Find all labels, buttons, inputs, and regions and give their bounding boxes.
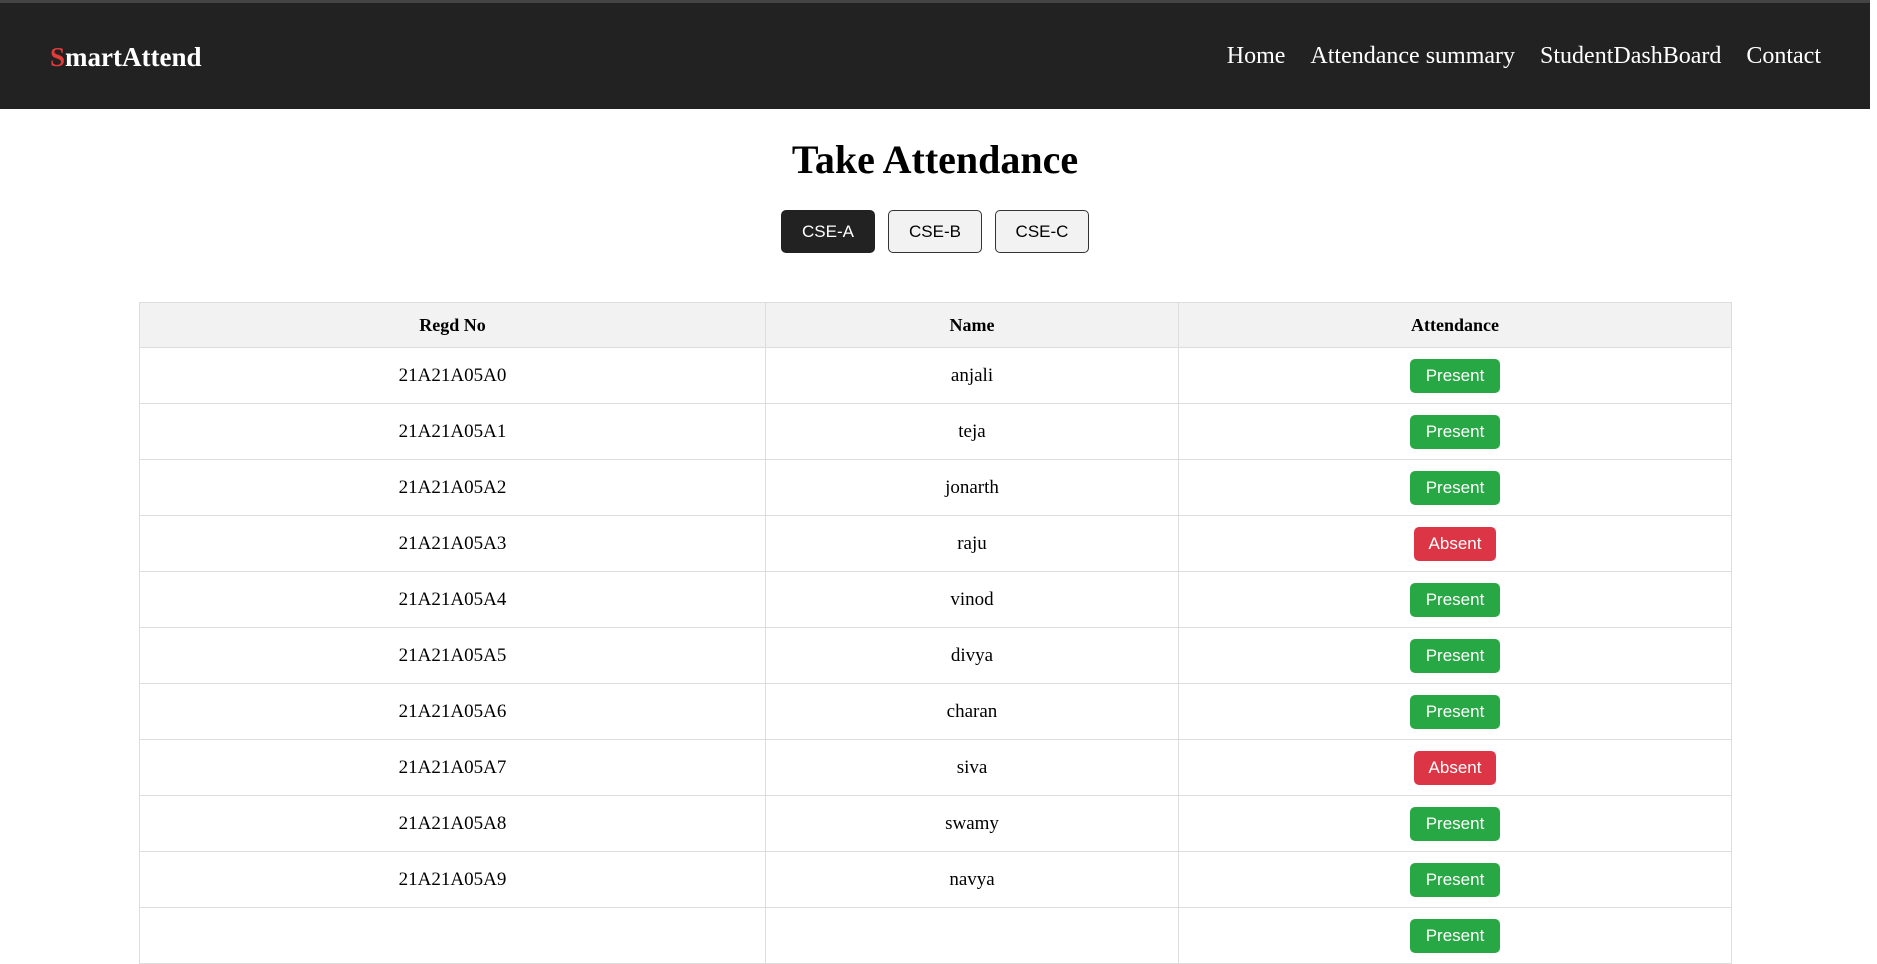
present-button[interactable]: Present [1409, 638, 1501, 673]
cell-regd-no: 21A21A05A2 [139, 459, 766, 516]
present-button[interactable]: Present [1409, 582, 1501, 617]
nav-link-contact[interactable]: Contact [1746, 43, 1821, 70]
cell-attendance: Absent [1178, 515, 1732, 572]
cell-regd-no: 21A21A05A9 [139, 851, 766, 908]
cell-regd-no: 21A21A05A3 [139, 515, 766, 572]
cell-regd-no: 21A21A05A8 [139, 795, 766, 852]
cell-regd-no: 21A21A05A1 [139, 403, 766, 460]
cell-regd-no: 21A21A05A5 [139, 627, 766, 684]
cell-regd-no: 21A21A05A0 [139, 347, 766, 404]
table-row: 21A21A05A6 charan Present [139, 683, 1732, 740]
cell-name: teja [765, 403, 1179, 460]
brand-initial: S [50, 42, 66, 72]
attendance-table-body: 21A21A05A0 anjali Present 21A21A05A1 teja Pre… [139, 347, 1732, 964]
table-header-row: Regd No Name Attendance [139, 302, 1732, 348]
section-tabs: CSE-A CSE-B CSE-C [0, 210, 1870, 253]
attendance-table-container: Regd No Name Attendance 21A21A05A0 anjali… [139, 302, 1732, 964]
cell-attendance: Absent [1178, 739, 1732, 796]
cell-name: anjali [765, 347, 1179, 404]
nav-link-student-dashboard[interactable]: StudentDashBoard [1540, 43, 1721, 70]
table-row: 21A21A05A7 siva Absent [139, 739, 1732, 796]
header-name: Name [765, 302, 1179, 348]
cell-attendance: Present [1178, 347, 1732, 404]
table-row: Present [139, 907, 1732, 964]
header-regd-no: Regd No [139, 302, 766, 348]
table-row: 21A21A05A2 jonarth Present [139, 459, 1732, 516]
table-row: 21A21A05A1 teja Present [139, 403, 1732, 460]
section-button-cse-c[interactable]: CSE-C [995, 210, 1089, 253]
table-row: 21A21A05A8 swamy Present [139, 795, 1732, 852]
cell-attendance: Present [1178, 571, 1732, 628]
table-row: 21A21A05A5 divya Present [139, 627, 1732, 684]
cell-attendance: Present [1178, 627, 1732, 684]
nav-links: Home Attendance summary StudentDashBoard… [1202, 43, 1821, 70]
absent-button[interactable]: Absent [1413, 526, 1497, 561]
cell-attendance: Present [1178, 907, 1732, 964]
cell-name: swamy [765, 795, 1179, 852]
cell-regd-no: 21A21A05A7 [139, 739, 766, 796]
cell-attendance: Present [1178, 683, 1732, 740]
nav-link-attendance-summary[interactable]: Attendance summary [1310, 43, 1515, 70]
absent-button[interactable]: Absent [1413, 750, 1497, 785]
cell-name: navya [765, 851, 1179, 908]
cell-attendance: Present [1178, 795, 1732, 852]
table-row: 21A21A05A4 vinod Present [139, 571, 1732, 628]
cell-regd-no: 21A21A05A6 [139, 683, 766, 740]
nav-link-home[interactable]: Home [1227, 43, 1286, 70]
table-row: 21A21A05A0 anjali Present [139, 347, 1732, 404]
navbar: SmartAttend Home Attendance summary Stud… [0, 0, 1870, 109]
brand-name: martAttend [65, 42, 202, 72]
present-button[interactable]: Present [1409, 694, 1501, 729]
attendance-table: Regd No Name Attendance 21A21A05A0 anjali… [139, 302, 1732, 964]
cell-attendance: Present [1178, 403, 1732, 460]
cell-name: jonarth [765, 459, 1179, 516]
present-button[interactable]: Present [1409, 806, 1501, 841]
table-row: 21A21A05A3 raju Absent [139, 515, 1732, 572]
cell-name: raju [765, 515, 1179, 572]
cell-attendance: Present [1178, 851, 1732, 908]
present-button[interactable]: Present [1409, 918, 1501, 953]
cell-name: vinod [765, 571, 1179, 628]
present-button[interactable]: Present [1409, 358, 1501, 393]
cell-name: siva [765, 739, 1179, 796]
cell-regd-no [139, 907, 766, 964]
present-button[interactable]: Present [1409, 470, 1501, 505]
cell-name: divya [765, 627, 1179, 684]
cell-name [765, 907, 1179, 964]
cell-name: charan [765, 683, 1179, 740]
present-button[interactable]: Present [1409, 414, 1501, 449]
cell-regd-no: 21A21A05A4 [139, 571, 766, 628]
brand-logo[interactable]: SmartAttend [50, 42, 202, 73]
section-button-cse-b[interactable]: CSE-B [888, 210, 982, 253]
header-attendance: Attendance [1178, 302, 1732, 348]
table-row: 21A21A05A9 navya Present [139, 851, 1732, 908]
cell-attendance: Present [1178, 459, 1732, 516]
present-button[interactable]: Present [1409, 862, 1501, 897]
page-title: Take Attendance [791, 137, 1079, 182]
section-button-cse-a[interactable]: CSE-A [781, 210, 875, 253]
